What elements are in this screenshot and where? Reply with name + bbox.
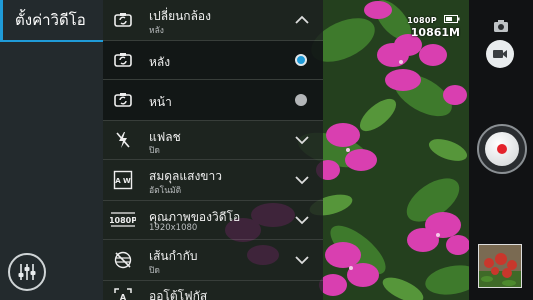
chevron-down-icon [295,176,309,185]
radio-selected[interactable] [295,54,307,66]
video-mode-button[interactable] [486,40,514,68]
flash-off-icon [113,130,133,150]
chevron-up-icon [295,15,309,24]
white-balance-setting[interactable]: A W สมดุลแสงขาว อัตโนมัติ [103,160,323,200]
rear-camera-icon [113,50,133,70]
grid-setting[interactable]: เส้นกำกับ ปิด [103,240,323,280]
camera-option-label: หลัง [149,55,171,69]
grid-off-icon [113,250,133,270]
svg-text:1080P: 1080P [110,216,136,225]
battery-icon [444,14,460,23]
autofocus-label: ออโต้โฟกัส [149,289,208,300]
video-quality-icon: 1080P [110,210,136,230]
sliders-icon [18,264,36,280]
video-camera-icon [493,50,507,58]
record-dot-icon [497,144,507,154]
front-camera-icon [113,90,133,110]
camera-icon [494,20,508,32]
settings-side-panel: ตั้งค่าวิดีโอ [0,0,103,300]
video-quality-setting[interactable]: 1080P คุณภาพของวิดีโอ 1920x1080 [103,201,323,239]
status-overlay: 1080P 10861M [400,8,460,39]
video-quality-value: 1920x1080 [149,223,198,233]
chevron-down-icon [295,136,309,145]
grid-value: ปิด [149,266,160,276]
svg-text:A W: A W [115,177,131,185]
photo-mode-button[interactable] [490,17,512,35]
panel-title: ตั้งค่าวิดีโอ [0,0,103,40]
switch-camera-icon [113,10,133,30]
camera-option-rear[interactable]: หลัง [103,41,323,79]
gallery-thumbnail[interactable] [478,244,522,288]
camera-option-label: หน้า [149,95,172,109]
autofocus-setting[interactable]: A ออโต้โฟกัส [103,281,323,300]
resolution-badge: 1080P [407,16,437,25]
flash-value: ปิด [149,146,160,156]
panel-divider [0,40,103,42]
gallery-thumbnail-image [479,245,521,287]
record-button-face [485,132,519,166]
flash-setting[interactable]: แฟลช ปิด [103,121,323,159]
white-balance-icon: A W [113,170,133,190]
record-button[interactable] [477,124,527,174]
camera-option-front[interactable]: หน้า [103,80,323,120]
resolution-status: 1080P [400,8,460,27]
settings-menu: เปลี่ยนกล้อง หลัง หลัง หน้า แฟลช ปิด A W… [103,0,323,300]
chevron-down-icon [295,216,309,225]
chevron-down-icon [295,256,309,265]
autofocus-icon: A [113,287,133,300]
switch-camera-setting[interactable]: เปลี่ยนกล้อง หลัง [103,0,323,40]
radio-unselected[interactable] [295,94,307,106]
svg-text:A: A [120,293,127,300]
white-balance-value: อัตโนมัติ [149,186,182,196]
switch-camera-value: หลัง [149,26,164,36]
settings-tool-button[interactable] [8,253,46,291]
storage-remaining: 10861M [410,26,460,39]
